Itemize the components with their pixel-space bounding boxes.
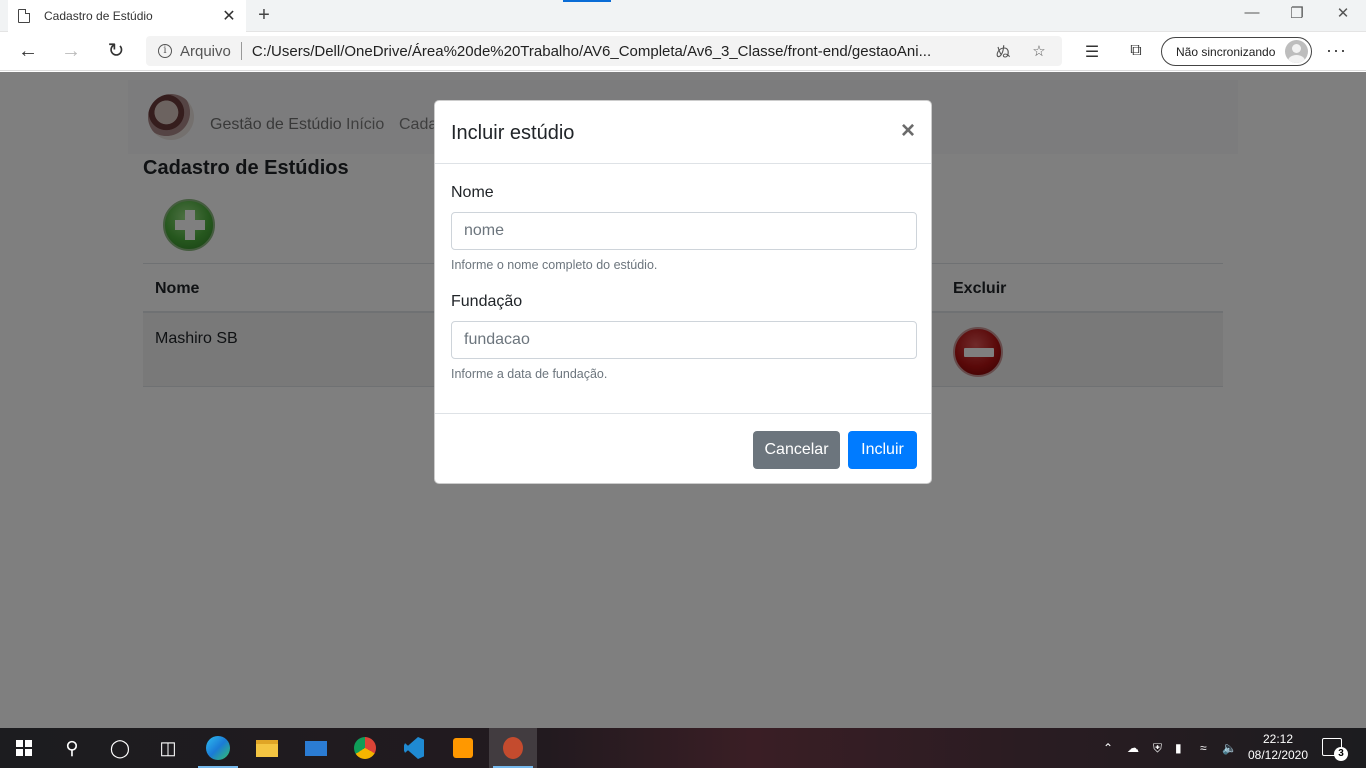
windows-taskbar: ⚲ ◯ ◫ ⌃ ☁ ⛨ ▮ ≈ 🔈 22:12 08/12/2020 3: [0, 728, 1366, 768]
notification-count-badge: 3: [1334, 747, 1348, 761]
modal-close-icon[interactable]: ×: [901, 119, 915, 143]
browser-tab-bar: Cadastro de Estúdio ✕ + — ❐ ✕: [0, 0, 1366, 32]
search-icon[interactable]: ⚲: [48, 728, 96, 768]
label-fundacao: Fundação: [451, 293, 523, 310]
fundacao-input[interactable]: [451, 321, 917, 359]
show-hidden-icons-icon[interactable]: ⌃: [1103, 728, 1113, 768]
address-bar[interactable]: i Arquivo C:/Users/Dell/OneDrive/Área%20…: [146, 36, 1062, 66]
fundacao-help-text: Informe a data de fundação.: [451, 367, 608, 381]
clock-date: 08/12/2020: [1247, 748, 1309, 762]
nome-help-text: Informe o nome completo do estúdio.: [451, 258, 658, 272]
tab-close-icon[interactable]: ✕: [222, 6, 236, 26]
forward-icon[interactable]: →: [57, 38, 85, 66]
refresh-icon[interactable]: ↻: [102, 38, 130, 66]
clock-time: 22:12: [1262, 732, 1294, 746]
back-icon[interactable]: ←: [14, 38, 42, 66]
wifi-icon[interactable]: ≈: [1200, 728, 1207, 768]
modal-body: Nome Informe o nome completo do estúdio.…: [435, 164, 931, 414]
window-drag-marker: [563, 0, 611, 2]
battery-icon[interactable]: ▮: [1175, 728, 1182, 768]
active-app-icon[interactable]: [489, 728, 537, 768]
favorites-icon[interactable]: ☰: [1081, 42, 1103, 62]
label-nome: Nome: [451, 184, 494, 201]
restore-icon[interactable]: ❐: [1285, 4, 1309, 22]
modal-header: Incluir estúdio ×: [435, 101, 931, 164]
browser-toolbar: ← → ↻ i Arquivo C:/Users/Dell/OneDrive/Á…: [0, 32, 1366, 71]
include-studio-modal: Incluir estúdio × Nome Informe o nome co…: [434, 100, 932, 484]
cortana-icon[interactable]: ◯: [96, 728, 144, 768]
profile-avatar-icon: [1285, 40, 1308, 63]
start-button[interactable]: [0, 728, 48, 768]
url-text[interactable]: C:/Users/Dell/OneDrive/Área%20de%20Traba…: [252, 43, 978, 60]
tab-title: Cadastro de Estúdio: [44, 9, 153, 23]
sublime-icon[interactable]: [439, 728, 487, 768]
address-separator: [240, 42, 242, 60]
favorite-star-icon[interactable]: ☆: [1028, 42, 1050, 60]
edge-app-icon[interactable]: [194, 728, 242, 768]
sync-profile-button[interactable]: Não sincronizando: [1161, 37, 1312, 66]
new-tab-button[interactable]: +: [252, 4, 276, 28]
page-icon: [18, 9, 30, 23]
task-view-icon[interactable]: ◫: [144, 728, 192, 768]
scheme-label: Arquivo: [180, 42, 231, 60]
vscode-icon[interactable]: [390, 728, 438, 768]
info-icon[interactable]: i: [158, 44, 172, 58]
collections-icon[interactable]: ⧉: [1125, 42, 1147, 60]
submit-button[interactable]: Incluir: [848, 431, 917, 469]
mail-icon[interactable]: [292, 728, 340, 768]
window-close-icon[interactable]: ✕: [1331, 4, 1355, 22]
system-clock[interactable]: 22:12 08/12/2020: [1246, 731, 1310, 763]
more-icon[interactable]: ···: [1326, 40, 1347, 61]
browser-tab[interactable]: Cadastro de Estúdio ✕: [8, 0, 246, 32]
sync-label: Não sincronizando: [1176, 44, 1276, 59]
cancel-button[interactable]: Cancelar: [753, 431, 840, 469]
file-explorer-icon[interactable]: [243, 728, 291, 768]
modal-title: Incluir estúdio: [451, 122, 575, 144]
volume-icon[interactable]: 🔈: [1222, 728, 1237, 768]
chrome-icon[interactable]: [341, 728, 389, 768]
security-shield-icon[interactable]: ⛨: [1153, 728, 1162, 768]
nome-input[interactable]: [451, 212, 917, 250]
onedrive-warning-icon[interactable]: ☁: [1127, 728, 1139, 768]
read-aloud-icon[interactable]: ぬ: [992, 41, 1014, 62]
minimize-icon[interactable]: —: [1240, 4, 1264, 21]
windows-logo-icon: [16, 740, 32, 756]
